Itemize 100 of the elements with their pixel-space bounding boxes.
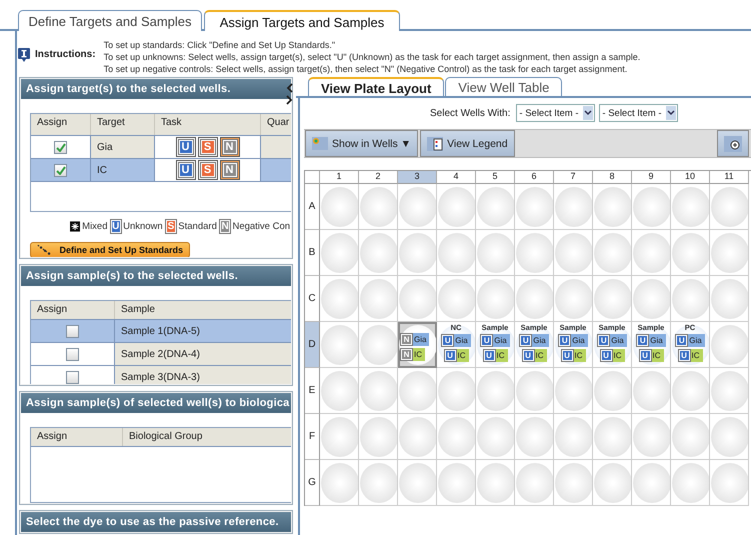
task-button[interactable]: U — [176, 160, 196, 180]
well[interactable] — [632, 460, 671, 506]
well[interactable] — [437, 368, 476, 414]
well[interactable] — [515, 276, 554, 322]
well[interactable] — [554, 184, 593, 230]
well[interactable] — [671, 230, 710, 276]
well[interactable] — [359, 414, 398, 460]
column-header[interactable]: 1 — [320, 171, 359, 184]
column-header[interactable]: 4 — [437, 171, 476, 184]
well[interactable] — [515, 368, 554, 414]
define-standards-button[interactable]: Define and Set Up Standards — [30, 242, 190, 257]
well[interactable] — [437, 460, 476, 506]
well[interactable] — [437, 230, 476, 276]
well[interactable] — [710, 276, 749, 322]
well[interactable] — [476, 368, 515, 414]
column-header[interactable]: 3 — [398, 171, 437, 184]
tab[interactable]: View Plate Layout — [308, 77, 444, 96]
well[interactable] — [398, 184, 437, 230]
row-header[interactable]: A — [305, 184, 320, 230]
well[interactable] — [671, 368, 710, 414]
row-header[interactable]: C — [305, 276, 320, 322]
well[interactable] — [320, 414, 359, 460]
column-header[interactable]: 7 — [554, 171, 593, 184]
checkbox[interactable] — [66, 324, 79, 338]
table-row[interactable]: Sample 1(DNA-5) — [31, 320, 291, 343]
checkbox[interactable] — [66, 348, 79, 360]
row-header[interactable]: F — [305, 414, 320, 460]
show-in-wells-button[interactable]: Show in Wells ▼ — [305, 130, 418, 157]
table-row[interactable]: Gia U S N — [31, 136, 291, 159]
well[interactable] — [398, 460, 437, 506]
column-header[interactable]: 8 — [593, 171, 632, 184]
well[interactable] — [320, 368, 359, 414]
well[interactable] — [671, 184, 710, 230]
well[interactable]: N Gia N IC — [398, 322, 437, 368]
well[interactable] — [398, 414, 437, 460]
well[interactable] — [593, 368, 632, 414]
table-row[interactable]: Sample 2(DNA-4) — [31, 343, 291, 366]
task-button[interactable]: U — [176, 137, 196, 157]
well[interactable] — [554, 368, 593, 414]
well[interactable] — [710, 322, 749, 368]
column-header[interactable]: 2 — [359, 171, 398, 184]
well[interactable] — [632, 414, 671, 460]
view-legend-button[interactable]: View Legend — [420, 130, 515, 157]
well[interactable] — [671, 460, 710, 506]
well[interactable] — [359, 322, 398, 368]
tab[interactable]: Define Targets and Samples — [18, 10, 202, 31]
row-header[interactable]: D — [305, 322, 320, 368]
table-row[interactable]: Sample 3(DNA-3) — [31, 366, 291, 384]
well[interactable] — [359, 230, 398, 276]
tab[interactable]: Assign Targets and Samples — [204, 10, 400, 31]
column-header[interactable]: 9 — [632, 171, 671, 184]
well[interactable] — [359, 460, 398, 506]
column-header[interactable]: 5 — [476, 171, 515, 184]
well[interactable] — [671, 414, 710, 460]
well[interactable] — [554, 414, 593, 460]
table-row[interactable]: IC U S N — [31, 159, 291, 182]
well[interactable] — [398, 276, 437, 322]
well[interactable] — [593, 184, 632, 230]
well[interactable] — [632, 184, 671, 230]
well[interactable] — [554, 276, 593, 322]
well[interactable] — [671, 276, 710, 322]
well[interactable] — [359, 276, 398, 322]
row-header[interactable]: E — [305, 368, 320, 414]
well[interactable] — [554, 230, 593, 276]
tab[interactable]: View Well Table — [445, 77, 562, 96]
well[interactable] — [437, 414, 476, 460]
well[interactable] — [554, 460, 593, 506]
checkbox[interactable] — [66, 370, 79, 384]
well[interactable] — [710, 368, 749, 414]
well[interactable] — [320, 230, 359, 276]
well[interactable] — [593, 230, 632, 276]
well[interactable] — [320, 460, 359, 506]
well[interactable] — [476, 276, 515, 322]
well[interactable] — [437, 184, 476, 230]
well[interactable] — [632, 368, 671, 414]
well[interactable] — [398, 230, 437, 276]
well[interactable] — [632, 276, 671, 322]
row-header[interactable]: B — [305, 230, 320, 276]
well[interactable] — [359, 368, 398, 414]
well[interactable] — [515, 184, 554, 230]
well[interactable] — [593, 414, 632, 460]
well[interactable] — [320, 322, 359, 368]
well[interactable] — [476, 460, 515, 506]
dropdown[interactable]: - Select Item - — [599, 104, 678, 122]
chevron-left-icon[interactable] — [286, 83, 293, 93]
well[interactable] — [320, 184, 359, 230]
well[interactable] — [710, 414, 749, 460]
well[interactable] — [710, 184, 749, 230]
row-header[interactable]: G — [305, 460, 320, 506]
well[interactable] — [515, 230, 554, 276]
well[interactable] — [710, 230, 749, 276]
well[interactable] — [320, 276, 359, 322]
well[interactable] — [437, 276, 476, 322]
column-header[interactable]: 6 — [515, 171, 554, 184]
column-header[interactable]: 11 — [710, 171, 749, 184]
chevron-right-icon[interactable] — [286, 95, 293, 105]
well[interactable] — [515, 414, 554, 460]
well[interactable] — [476, 184, 515, 230]
well[interactable] — [359, 184, 398, 230]
zoom-button[interactable] — [717, 130, 749, 157]
